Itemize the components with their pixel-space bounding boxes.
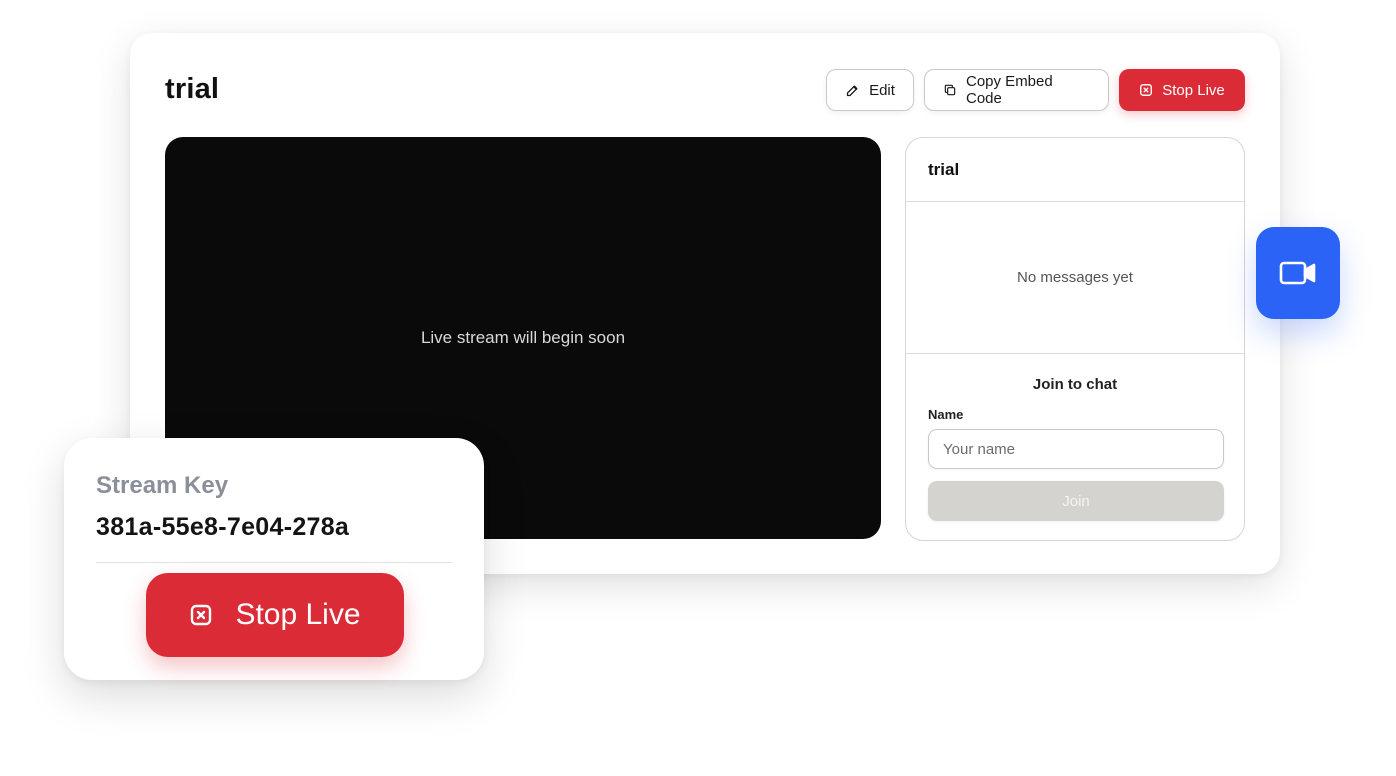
video-placeholder-text: Live stream will begin soon bbox=[420, 328, 626, 347]
video-camera-icon bbox=[1279, 259, 1317, 287]
stream-key-card: Stream Key 381a-55e8-7e04-278a Stop Live bbox=[64, 438, 484, 680]
join-button[interactable]: Join bbox=[928, 481, 1224, 521]
name-input[interactable] bbox=[928, 429, 1224, 469]
stop-live-icon bbox=[189, 603, 213, 627]
join-chat-title: Join to chat bbox=[1032, 376, 1118, 393]
empty-messages-text: No messages yet bbox=[1017, 269, 1133, 286]
chat-title: trial bbox=[906, 138, 1244, 202]
stop-live-large-label: Stop Live bbox=[235, 598, 361, 631]
chat-panel: trial No messages yet Join to chat Name … bbox=[905, 137, 1245, 541]
edit-button-label: Edit bbox=[869, 81, 895, 99]
join-chat-form: Join to chat Name Join bbox=[906, 354, 1244, 521]
stop-live-button[interactable]: Stop Live bbox=[1119, 69, 1245, 111]
toolbar: Edit Copy Embed Code Stop Live bbox=[826, 69, 1245, 111]
chat-messages: No messages yet bbox=[906, 202, 1244, 354]
stop-live-label: Stop Live bbox=[1162, 81, 1225, 99]
copy-embed-code-button[interactable]: Copy Embed Code bbox=[924, 69, 1109, 111]
name-label: Name bbox=[928, 407, 964, 422]
edit-button[interactable]: Edit bbox=[826, 69, 914, 111]
stop-live-large-button[interactable]: Stop Live bbox=[146, 573, 404, 657]
stop-live-icon bbox=[1139, 83, 1153, 97]
join-button-label: Join bbox=[1062, 492, 1090, 510]
copy-embed-code-label: Copy Embed Code bbox=[966, 73, 1053, 107]
page-title: trial bbox=[165, 73, 220, 105]
stream-key-label: Stream Key bbox=[96, 472, 229, 499]
copy-icon bbox=[943, 83, 957, 97]
stream-key-value: 381a-55e8-7e04-278a bbox=[96, 513, 350, 541]
pencil-icon bbox=[845, 83, 860, 98]
camera-button[interactable] bbox=[1256, 227, 1340, 319]
divider bbox=[96, 562, 452, 563]
